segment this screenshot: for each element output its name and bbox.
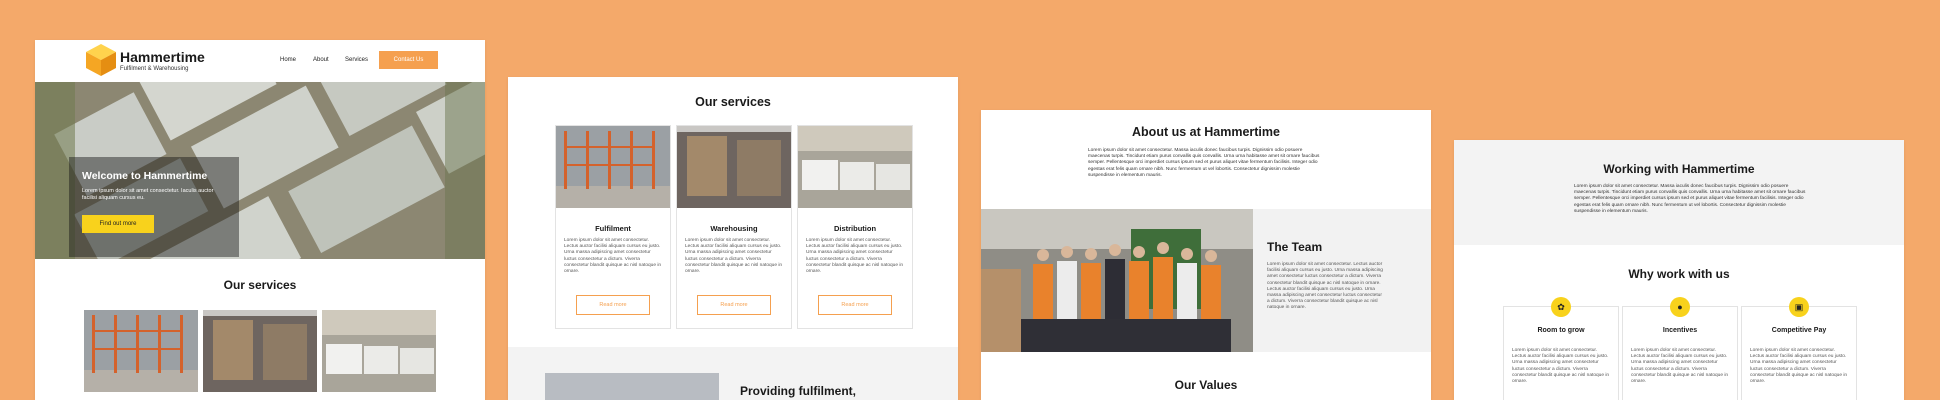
home-page-mockup: Hammertime Fulfilment & Warehousing Home… (35, 40, 485, 400)
careers-page-mockup: Working with Hammertime Lorem ipsum dolo… (1454, 140, 1904, 400)
service-card-fulfilment: Fulfilment Lorem ipsum dolor sit amet co… (555, 125, 671, 329)
read-more-button[interactable]: Read more (576, 295, 650, 315)
nav-about-link[interactable]: About (313, 57, 329, 63)
fulfilment-thumbnail[interactable] (84, 310, 198, 392)
top-navigation: Hammertime Fulfilment & Warehousing Home… (35, 40, 485, 82)
piggy-bank-icon: ● (1670, 297, 1690, 317)
hero-text: Lorem ipsum dolor sit amet consectetur. … (82, 188, 214, 201)
distribution-thumbnail[interactable] (322, 310, 436, 392)
team-photo (981, 209, 1253, 352)
services-heading: Our services (223, 278, 297, 292)
about-paragraph: Lorem ipsum dolor sit amet consectetur. … (1088, 148, 1320, 178)
why-work-title: Why work with us (1628, 267, 1730, 281)
money-icon: ▣ (1789, 297, 1809, 317)
card-text: Lorem ipsum dolor sit amet consectetur. … (806, 238, 904, 275)
values-title: Our Values (1174, 378, 1238, 392)
warehouse-interior-image (545, 373, 719, 400)
card-text: Lorem ipsum dolor sit amet consectetur. … (564, 238, 662, 275)
benefit-text: Lorem ipsum dolor sit amet consectetur. … (1512, 348, 1610, 385)
warehousing-thumbnail[interactable] (203, 310, 317, 392)
plant-icon: ✿ (1551, 297, 1571, 317)
card-title: Fulfilment (595, 224, 631, 233)
working-paragraph: Lorem ipsum dolor sit amet consectetur. … (1574, 184, 1806, 214)
card-text: Lorem ipsum dolor sit amet consectetur. … (685, 238, 783, 275)
hero-title: Welcome to Hammertime (82, 170, 208, 182)
nav-home-link[interactable]: Home (280, 57, 296, 63)
benefit-card-competitive-pay: ▣ Competitive Pay Lorem ipsum dolor sit … (1741, 297, 1857, 400)
distribution-image (798, 126, 912, 208)
service-card-warehousing: Warehousing Lorem ipsum dolor sit amet c… (676, 125, 792, 329)
read-more-button[interactable]: Read more (697, 295, 771, 315)
services-page-mockup: Our services Fulfilment Lorem ipsum dolo… (508, 77, 958, 400)
card-title: Warehousing (710, 224, 758, 233)
brand-tagline: Fulfilment & Warehousing (120, 66, 189, 72)
benefit-text: Lorem ipsum dolor sit amet consectetur. … (1631, 348, 1729, 385)
team-text: Lorem ipsum dolor sit amet consectetur. … (1267, 262, 1383, 311)
benefit-text: Lorem ipsum dolor sit amet consectetur. … (1750, 348, 1848, 385)
benefit-title: Room to grow (1537, 327, 1585, 334)
read-more-button[interactable]: Read more (818, 295, 892, 315)
about-page-mockup: About us at Hammertime Lorem ipsum dolor… (981, 110, 1431, 400)
services-page-title: Our services (695, 95, 771, 109)
warehousing-image (677, 126, 791, 208)
about-title: About us at Hammertime (1132, 125, 1280, 139)
brand-name[interactable]: Hammertime (120, 49, 205, 65)
cube-logo-icon (86, 44, 116, 76)
nav-services-link[interactable]: Services (345, 57, 368, 63)
team-title: The Team (1267, 240, 1323, 254)
band-title: Providing fulfilment, (740, 384, 856, 398)
benefit-card-incentives: ● Incentives Lorem ipsum dolor sit amet … (1622, 297, 1738, 400)
card-title: Distribution (833, 224, 877, 233)
working-title: Working with Hammertime (1603, 162, 1755, 176)
service-card-distribution: Distribution Lorem ipsum dolor sit amet … (797, 125, 913, 329)
benefit-title: Competitive Pay (1771, 327, 1827, 334)
find-out-more-button[interactable]: Find out more (82, 215, 154, 233)
contact-us-button[interactable]: Contact Us (379, 51, 438, 69)
fulfilment-image (556, 126, 670, 208)
benefit-title: Incentives (1662, 327, 1698, 334)
benefit-card-room-to-grow: ✿ Room to grow Lorem ipsum dolor sit ame… (1503, 297, 1619, 400)
